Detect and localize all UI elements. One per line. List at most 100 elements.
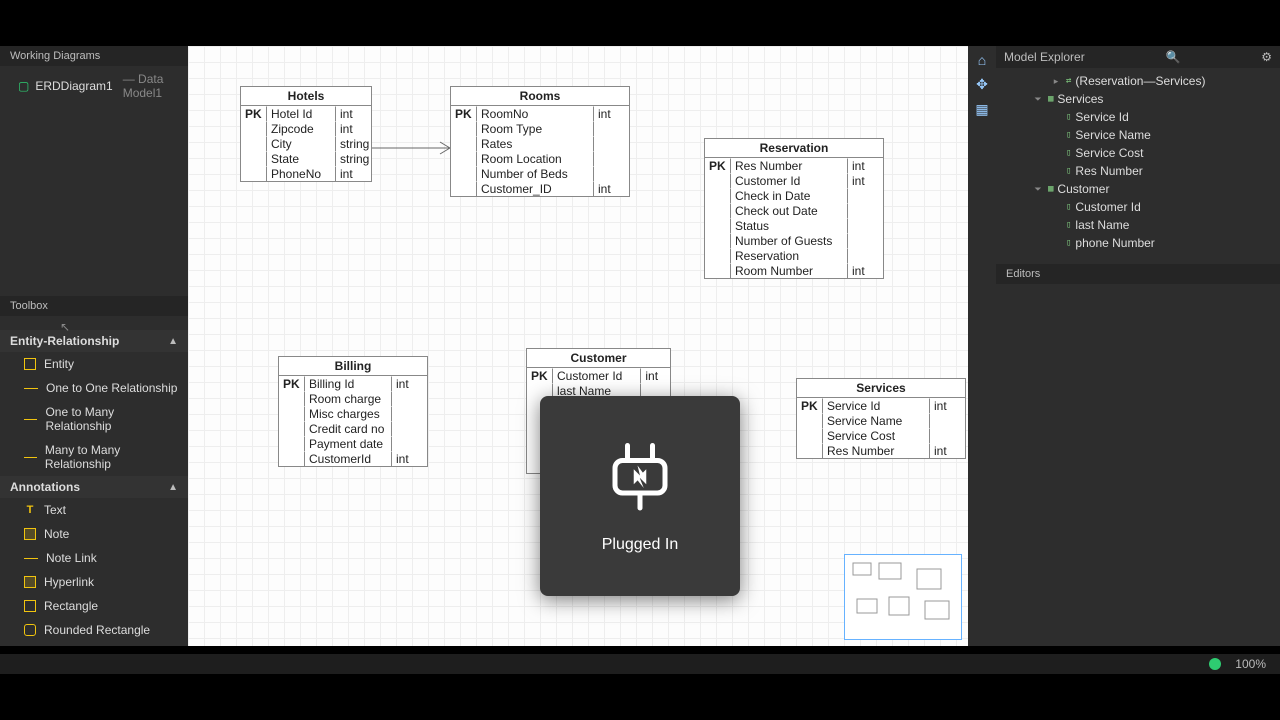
right-panel: Model Explorer 🔍 ⚙ ▸⇄(Reservation—Servic… <box>996 46 1280 646</box>
tree-label: Customer <box>1057 182 1109 196</box>
expand-icon[interactable]: ⏷ <box>1032 184 1044 195</box>
gear-icon[interactable]: ⚙ <box>1261 50 1272 64</box>
tree-label: last Name <box>1075 218 1129 232</box>
model-tree[interactable]: ▸⇄(Reservation—Services)⏷▦Services▯Servi… <box>996 68 1280 256</box>
column-pk <box>279 451 305 466</box>
column-type: int <box>929 443 965 458</box>
model-explorer-title: Model Explorer <box>1004 50 1085 64</box>
column-pk: PK <box>279 376 305 391</box>
tool-entity[interactable]: Entity <box>0 352 188 376</box>
column-name: Status <box>731 218 847 233</box>
column-pk <box>705 263 731 278</box>
column-pk <box>279 421 305 436</box>
column-name: Reservation <box>731 248 847 263</box>
tree-row[interactable]: ▯phone Number <box>996 234 1280 252</box>
column-pk <box>241 121 267 136</box>
tree-row[interactable]: ▯ last Name <box>996 216 1280 234</box>
tool-rounded-rectangle[interactable]: Rounded Rectangle <box>0 618 188 642</box>
home-icon[interactable]: ⌂ <box>978 52 986 68</box>
node-icon: ▯ <box>1066 166 1071 176</box>
status-bar: 100% <box>0 654 1280 674</box>
column-name: Room Type <box>477 121 593 136</box>
column-name: Credit card no <box>305 421 391 436</box>
column-name: Check out Date <box>731 203 847 218</box>
search-icon[interactable]: 🔍 <box>1165 50 1180 64</box>
column-name: Room Number <box>731 263 847 278</box>
grid-icon[interactable]: ▦ <box>975 101 988 118</box>
entity-services[interactable]: ServicesPKService IdintService NameServi… <box>796 378 966 459</box>
column-name: Number of Beds <box>477 166 593 181</box>
column-name: Check in Date <box>731 188 847 203</box>
tool-hyperlink[interactable]: Hyperlink <box>0 570 188 594</box>
canvas-toolbar: ⌂ ✥ ▦ <box>968 46 996 646</box>
column-type: int <box>335 166 371 181</box>
tool-text[interactable]: TText <box>0 498 188 522</box>
working-diagram-item[interactable]: ▢ ERDDiagram1 — Data Model1 <box>0 66 188 106</box>
column-name: CustomerId <box>305 451 391 466</box>
tool-many-to-many[interactable]: Many to Many Relationship <box>0 438 188 476</box>
tool-one-to-many[interactable]: One to Many Relationship <box>0 400 188 438</box>
tool-rectangle[interactable]: Rectangle <box>0 594 188 618</box>
tree-row[interactable]: ▯Service Cost <box>996 144 1280 162</box>
column-name: Res Number <box>823 443 929 458</box>
entity-hotels[interactable]: HotelsPKHotel IdintZipcodeintCitystringS… <box>240 86 372 182</box>
many-to-many-icon <box>24 457 37 458</box>
tree-row[interactable]: ⏷▦Services <box>996 90 1280 108</box>
column-name: Rates <box>477 136 593 151</box>
column-type: int <box>929 398 965 413</box>
collapse-icon: ▲ <box>168 482 178 493</box>
column-pk <box>241 166 267 181</box>
node-icon: ▦ <box>1048 94 1053 104</box>
section-annotations[interactable]: Annotations ▲ <box>0 476 188 498</box>
tree-label: Service Id <box>1075 110 1128 124</box>
tool-one-to-one[interactable]: One to One Relationship <box>0 376 188 400</box>
fit-icon[interactable]: ✥ <box>976 76 988 93</box>
diagram-name: ERDDiagram1 <box>35 79 112 93</box>
column-name: Number of Guests <box>731 233 847 248</box>
diagram-sub: — Data Model1 <box>123 72 178 100</box>
minimap[interactable] <box>844 554 962 640</box>
column-pk <box>797 428 823 443</box>
tree-row[interactable]: ▯Customer Id <box>996 198 1280 216</box>
tool-note[interactable]: Note <box>0 522 188 546</box>
tree-row[interactable]: ▯Service Id <box>996 108 1280 126</box>
tree-row[interactable]: ▯Service Name <box>996 126 1280 144</box>
column-pk <box>705 218 731 233</box>
tree-row[interactable]: ▸⇄(Reservation—Services) <box>996 72 1280 90</box>
column-pk <box>797 443 823 458</box>
column-pk: PK <box>241 106 267 121</box>
tree-row[interactable]: ▯Res Number <box>996 162 1280 180</box>
working-diagrams-title: Working Diagrams <box>0 46 188 66</box>
entity-reservation[interactable]: ReservationPKRes NumberintCustomer Idint… <box>704 138 884 279</box>
rectangle-icon <box>24 600 36 612</box>
column-type: int <box>593 106 629 121</box>
tree-row[interactable]: ⏷ ▦ Customer <box>996 180 1280 198</box>
tool-note-link[interactable]: Note Link <box>0 546 188 570</box>
column-type: int <box>593 181 629 196</box>
column-type <box>391 406 427 421</box>
node-icon: ▯ <box>1066 220 1071 230</box>
minimap-content <box>845 555 963 641</box>
section-entity-relationship[interactable]: Entity-Relationship ▲ <box>0 330 188 352</box>
expand-icon[interactable]: ⏷ <box>1032 94 1044 105</box>
node-icon: ▯ <box>1066 238 1071 248</box>
cursor-icon: ↖ <box>60 320 70 334</box>
column-name: Customer_ID <box>477 181 593 196</box>
entity-title: Reservation <box>705 139 883 158</box>
diagram-canvas[interactable]: HotelsPKHotel IdintZipcodeintCitystringS… <box>188 46 968 646</box>
zoom-level[interactable]: 100% <box>1235 657 1266 671</box>
diagram-icon: ▢ <box>18 79 29 93</box>
plug-icon <box>600 438 680 518</box>
column-pk <box>451 181 477 196</box>
column-name: Payment date <box>305 436 391 451</box>
node-icon: ▦ <box>1048 184 1053 194</box>
status-ok-icon <box>1209 658 1221 670</box>
column-type: int <box>391 451 427 466</box>
entity-billing[interactable]: BillingPKBilling IdintRoom chargeMisc ch… <box>278 356 428 467</box>
expand-icon[interactable]: ▸ <box>1050 76 1062 87</box>
column-name: Customer Id <box>731 173 847 188</box>
entity-rooms[interactable]: RoomsPKRoomNointRoom TypeRatesRoom Locat… <box>450 86 630 197</box>
text-icon: T <box>24 504 36 516</box>
column-pk <box>241 136 267 151</box>
tree-label: Customer Id <box>1075 200 1140 214</box>
